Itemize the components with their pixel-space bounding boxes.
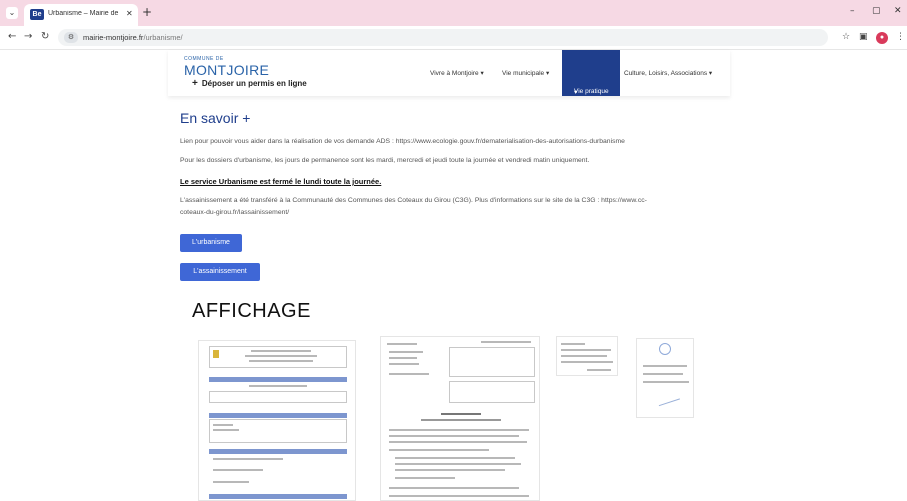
permanence-text: Pour les dossiers d'urbanisme, les jours… <box>180 157 590 164</box>
favicon-icon: Be <box>30 9 44 20</box>
tab-strip: ⌄ Be Urbanisme – Mairie de Montjo ✕ + – … <box>0 0 907 26</box>
bookmark-star-icon[interactable]: ☆ <box>842 32 850 42</box>
assainissement-button[interactable]: L'assainissement <box>180 263 260 281</box>
close-tab-icon[interactable]: ✕ <box>126 9 133 18</box>
address-bar[interactable]: ⚙ mairie-montjoire.fr/urbanisme/ <box>58 29 828 46</box>
chevron-down-icon: ▾ <box>574 89 578 96</box>
side-panel-icon[interactable]: ▣ <box>859 32 868 42</box>
closure-notice: Le service Urbanisme est fermé le lundi … <box>180 177 382 186</box>
document-thumbnail-3[interactable] <box>556 336 618 376</box>
url-path: /urbanisme/ <box>143 33 183 42</box>
signature-icon <box>655 389 681 407</box>
nav-item-culture[interactable]: Culture, Loisirs, Associations ▾ <box>624 69 712 77</box>
browser-window: ⌄ Be Urbanisme – Mairie de Montjo ✕ + – … <box>0 0 907 501</box>
permis-label: Déposer un permis en ligne <box>201 79 307 88</box>
browser-menu-icon[interactable]: ⋮ <box>896 32 905 42</box>
tab-title: Urbanisme – Mairie de Montjo <box>48 10 120 17</box>
nav-item-vie-municipale[interactable]: Vie municipale ▾ <box>502 69 549 77</box>
assainissement-text-line2: coteaux-du-girou.fr/lassainissement/ <box>180 209 290 216</box>
chevron-down-icon: ▾ <box>708 70 713 77</box>
back-icon[interactable]: ← <box>8 31 16 42</box>
chevron-down-icon: ▾ <box>545 70 550 77</box>
reload-icon[interactable]: ↻ <box>41 31 49 42</box>
nav-item-vivre[interactable]: Vivre à Montjoire ▾ <box>430 69 484 77</box>
tab-search-icon[interactable]: ⌄ <box>6 7 18 19</box>
seal-icon <box>659 343 671 355</box>
browser-tab[interactable]: Be Urbanisme – Mairie de Montjo ✕ <box>24 4 138 26</box>
plus-icon: + <box>192 78 198 89</box>
assainissement-text-line1: L'assainissement a été transféré à la Co… <box>180 197 647 204</box>
document-thumbnail-1[interactable] <box>198 340 356 501</box>
urbanisme-button[interactable]: L'urbanisme <box>180 234 242 252</box>
document-thumbnail-4[interactable] <box>636 338 694 418</box>
close-window-icon[interactable]: ✕ <box>894 6 902 16</box>
site-header: COMMUNE DE MONTJOIRE + Déposer un permis … <box>168 50 730 96</box>
permis-link[interactable]: + Déposer un permis en ligne <box>192 78 307 89</box>
url-host: mairie-montjoire.fr <box>83 33 144 42</box>
site-logo[interactable]: MONTJOIRE <box>184 62 269 78</box>
nav-item-vie-pratique[interactable]: Vie pratique ▾ <box>562 50 620 96</box>
document-thumbnail-2[interactable] <box>380 336 540 501</box>
affichage-heading: AFFICHAGE <box>192 300 311 322</box>
crest-icon <box>213 350 219 358</box>
chevron-down-icon: ▾ <box>480 70 484 77</box>
site-info-icon[interactable]: ⚙ <box>64 32 78 43</box>
profile-avatar-icon[interactable]: ● <box>876 32 888 44</box>
forward-icon[interactable]: → <box>24 31 32 42</box>
browser-toolbar: ← → ↻ ⚙ mairie-montjoire.fr/urbanisme/ ☆… <box>0 26 907 50</box>
maximize-icon[interactable]: ▢ <box>872 6 881 16</box>
url-text: mairie-montjoire.fr/urbanisme/ <box>83 33 183 42</box>
section-heading: En savoir + <box>180 110 251 126</box>
new-tab-icon[interactable]: + <box>142 5 152 19</box>
ads-help-text: Lien pour pouvoir vous aider dans la réa… <box>180 138 625 145</box>
minimize-icon[interactable]: – <box>850 6 855 16</box>
